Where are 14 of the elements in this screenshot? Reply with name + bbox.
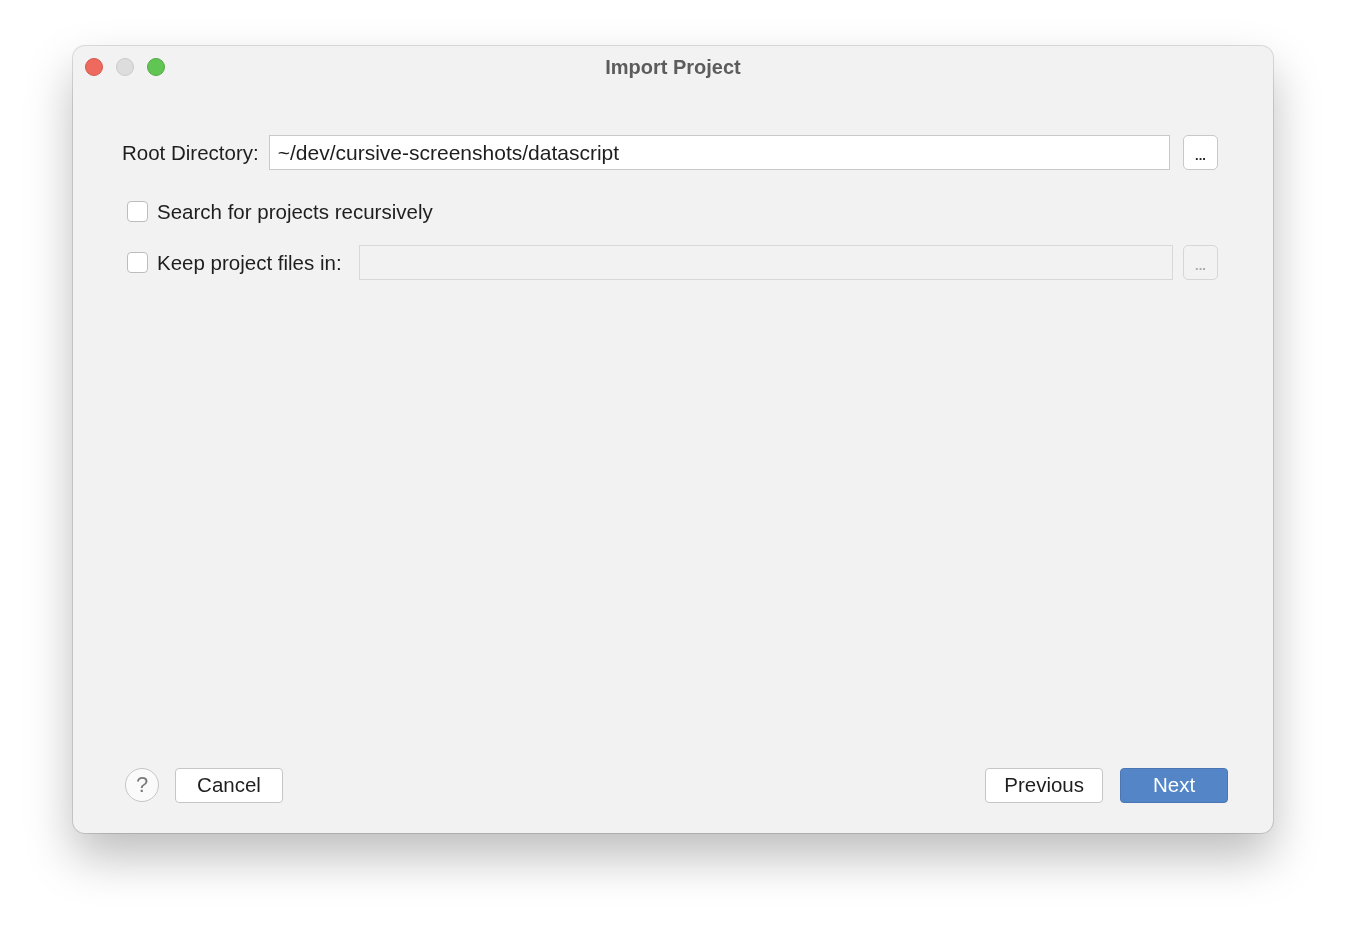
zoom-window-button[interactable] [147,58,165,76]
field-label: Root Directory: [122,140,259,165]
checkbox-label: Search for projects recursively [157,199,433,224]
directory-field[interactable]: ~/dev/cursive-screenshots/datascript [268,135,1170,170]
window-title: Import Project [605,55,741,79]
dialog-button[interactable]: Previous [985,767,1103,803]
dialog-button[interactable]: Cancel [175,767,283,803]
checkbox[interactable] [127,252,148,273]
checkbox-label: Keep project files in: [157,250,342,275]
close-window-button[interactable] [85,58,103,76]
browse-button[interactable]: ... [1183,135,1218,170]
help-button[interactable]: ? [125,768,159,802]
default-button[interactable]: Next [1120,767,1228,803]
checkbox[interactable] [127,201,148,222]
